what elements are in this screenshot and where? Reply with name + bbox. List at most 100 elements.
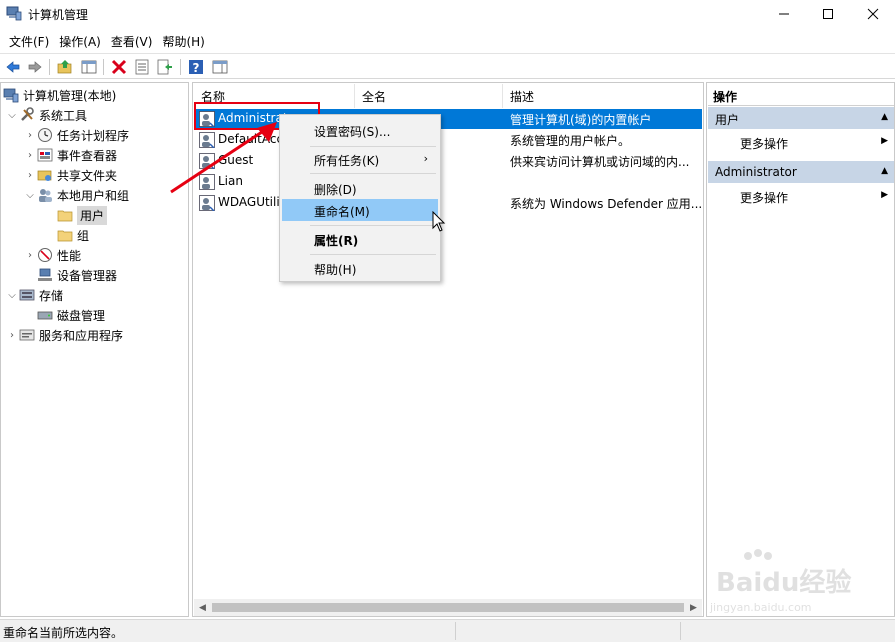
scrollbar-thumb[interactable] — [212, 603, 684, 612]
shared-folder-icon — [37, 170, 52, 181]
close-button[interactable] — [851, 0, 895, 28]
tree-label: 磁盘管理 — [57, 308, 106, 323]
menu-item-properties[interactable]: 属性(R) — [282, 228, 438, 250]
action-label: 更多操作 — [740, 137, 789, 151]
tree-item-services-apps[interactable]: › 服务和应用程序 — [5, 325, 123, 345]
tree-item-users[interactable]: 用户 — [43, 205, 108, 225]
users-group-icon — [39, 189, 52, 202]
folder-icon — [57, 230, 73, 242]
menu-item-all-tasks[interactable]: 所有任务(K) › — [282, 148, 438, 170]
tree-item-performance[interactable]: › 性能 — [23, 245, 81, 265]
chevron-right-icon[interactable]: › — [23, 250, 37, 261]
row-description: 供来宾访问计算机或访问域的内... — [510, 155, 690, 169]
row-description: 系统管理的用户帐户。 — [510, 134, 631, 148]
maximize-button[interactable] — [806, 0, 850, 28]
show-action-pane-icon — [212, 60, 228, 74]
tree-item-system-tools[interactable]: ⌵ 系统工具 — [5, 105, 87, 125]
help-button[interactable]: ? — [186, 57, 206, 77]
properties-icon — [135, 59, 149, 75]
actions-pane: 操作 用户 ▲ 更多操作 ▶ Administrator ▲ 更多操作 ▶ — [706, 82, 895, 617]
help-icon: ? — [189, 60, 203, 75]
menu-separator — [310, 146, 436, 147]
section-label: 用户 — [715, 113, 740, 127]
menu-item-set-password[interactable]: 设置密码(S)... — [282, 119, 438, 141]
more-actions-administrator[interactable]: 更多操作 ▶ — [708, 185, 894, 207]
forward-arrow-icon — [28, 61, 42, 73]
menu-file[interactable]: 文件(F) — [4, 30, 54, 52]
tree-label: 系统工具 — [39, 108, 88, 123]
back-button[interactable] — [3, 57, 23, 77]
watermark-url: jingyan.baidu.com — [710, 601, 812, 614]
column-header-fullname[interactable]: 全名 — [355, 84, 503, 108]
scroll-left-icon[interactable]: ◀ — [194, 599, 211, 616]
export-list-button[interactable] — [155, 57, 175, 77]
tree-item-disk-management[interactable]: 磁盘管理 — [23, 305, 105, 325]
properties-button[interactable] — [132, 57, 152, 77]
menu-separator — [310, 254, 436, 255]
show-hide-tree-button[interactable] — [79, 57, 99, 77]
tree-item-groups[interactable]: 组 — [43, 225, 89, 245]
actions-section-administrator[interactable]: Administrator ▲ — [708, 161, 894, 183]
toolbar-separator — [180, 59, 181, 75]
menu-item-delete[interactable]: 删除(D) — [282, 177, 438, 199]
minimize-icon — [779, 13, 789, 15]
chevron-right-icon[interactable]: › — [23, 170, 37, 181]
context-menu: 设置密码(S)... 所有任务(K) › 删除(D) 重命名(M) 属性(R) … — [279, 114, 441, 282]
collapse-icon[interactable]: ▲ — [881, 112, 888, 122]
tree-item-task-scheduler[interactable]: › 任务计划程序 — [23, 125, 129, 145]
tree-item-event-viewer[interactable]: › 事件查看器 — [23, 145, 117, 165]
up-folder-icon — [57, 60, 72, 74]
status-text: 重命名当前所选内容。 — [3, 626, 124, 640]
chevron-right-icon[interactable]: › — [5, 330, 19, 341]
forward-button[interactable] — [25, 57, 45, 77]
actions-header: 操作 — [708, 84, 894, 106]
tree-label: 设备管理器 — [57, 268, 118, 283]
action-label: 更多操作 — [740, 191, 789, 205]
tree-label: 任务计划程序 — [57, 128, 130, 143]
performance-icon — [38, 248, 52, 262]
menu-help[interactable]: 帮助(H) — [157, 30, 209, 52]
menu-action[interactable]: 操作(A) — [54, 30, 106, 52]
chevron-right-icon[interactable]: › — [23, 150, 37, 161]
svg-text:?: ? — [193, 61, 200, 75]
up-level-button[interactable] — [55, 57, 75, 77]
tree-label: 用户 — [77, 205, 108, 225]
chevron-down-icon[interactable]: ⌵ — [5, 110, 19, 121]
menu-item-label: 所有任务(K) — [314, 154, 380, 168]
tree-label: 存储 — [39, 288, 64, 303]
submenu-arrow-icon: ▶ — [881, 190, 888, 200]
chevron-down-icon[interactable]: ⌵ — [5, 290, 19, 301]
back-arrow-icon — [6, 61, 20, 73]
baidu-watermark: Baidu经验 jingyan.baidu.com — [686, 549, 861, 622]
tree-item-root[interactable]: 计算机管理(本地) — [3, 85, 116, 105]
more-actions-users[interactable]: 更多操作 ▶ — [708, 131, 894, 153]
actions-section-users[interactable]: 用户 ▲ — [708, 107, 894, 129]
column-header-description[interactable]: 描述 — [503, 84, 702, 108]
minimize-button[interactable] — [762, 0, 806, 28]
folder-icon — [57, 210, 73, 222]
status-bar: 重命名当前所选内容。 — [0, 619, 895, 642]
show-action-pane-button[interactable] — [210, 57, 230, 77]
tree-item-local-users-groups[interactable]: ⌵ 本地用户和组 — [23, 185, 129, 205]
chevron-down-icon[interactable]: ⌵ — [23, 190, 37, 201]
tree-label: 事件查看器 — [57, 148, 118, 163]
annotation-arrow-icon — [170, 122, 277, 194]
delete-button[interactable] — [109, 57, 129, 77]
menu-item-help[interactable]: 帮助(H) — [282, 257, 438, 279]
submenu-arrow-icon: ▶ — [881, 136, 888, 146]
collapse-icon[interactable]: ▲ — [881, 166, 888, 176]
tree-label: 服务和应用程序 — [39, 328, 124, 343]
tree-label: 组 — [77, 228, 90, 243]
menu-view[interactable]: 查看(V) — [106, 30, 158, 52]
tree-item-device-manager[interactable]: 设备管理器 — [23, 265, 117, 285]
close-icon — [867, 8, 879, 20]
menu-item-rename[interactable]: 重命名(M) — [282, 199, 438, 221]
navigation-tree: 计算机管理(本地) ⌵ 系统工具 › 任务计划程序 › 事件查看器 › 共享文件… — [0, 82, 189, 617]
tree-label: 本地用户和组 — [57, 188, 130, 203]
event-viewer-icon — [37, 148, 53, 162]
toolbar-separator — [103, 59, 104, 75]
tree-item-storage[interactable]: ⌵ 存储 — [5, 285, 63, 305]
chevron-right-icon[interactable]: › — [23, 130, 37, 141]
tree-item-shared-folders[interactable]: › 共享文件夹 — [23, 165, 117, 185]
horizontal-scrollbar[interactable]: ◀ ▶ — [194, 599, 702, 616]
